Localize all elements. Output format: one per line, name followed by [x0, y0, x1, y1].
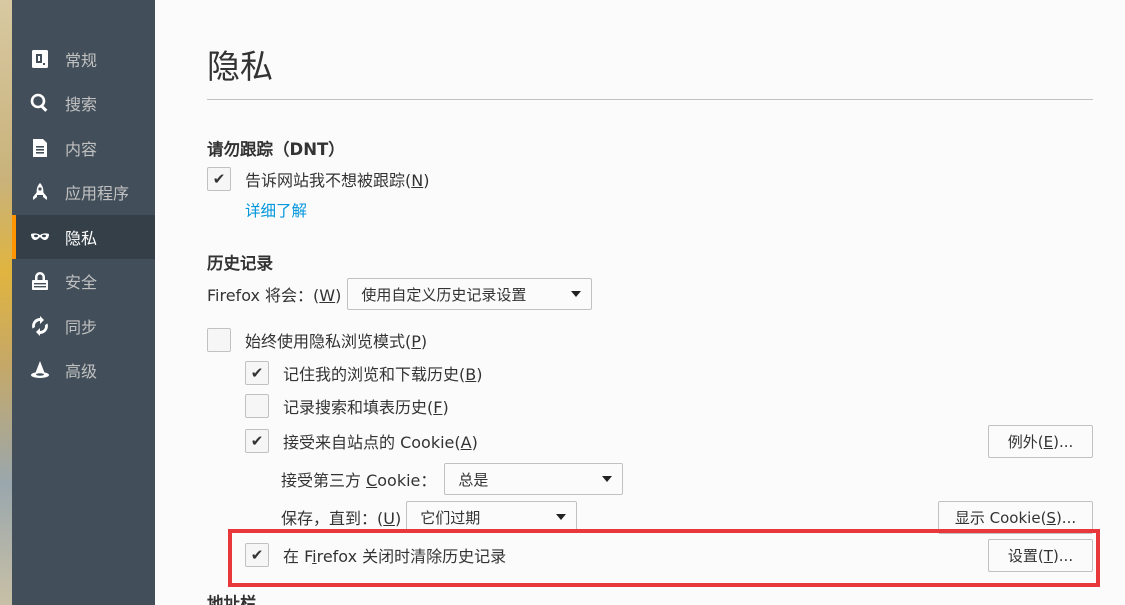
- sync-icon: [29, 315, 51, 337]
- remember-search-row[interactable]: 记录搜索和填表历史(F): [245, 391, 449, 421]
- address-bar-section-title: 地址栏: [207, 594, 257, 605]
- sidebar-item-search[interactable]: 搜索: [12, 81, 155, 125]
- remember-search-checkbox[interactable]: [245, 394, 269, 418]
- dnt-row[interactable]: 告诉网站我不想被跟踪(N): [207, 164, 429, 194]
- exceptions-button[interactable]: 例外(E)...: [988, 425, 1093, 458]
- content-icon: [29, 137, 51, 159]
- sidebar-item-label: 同步: [65, 318, 98, 337]
- keep-until-row: 保存，直到：(U) 它们过期: [281, 501, 578, 533]
- chevron-down-icon: [556, 514, 567, 520]
- always-private-label: 始终使用隐私浏览模式(P): [245, 332, 428, 351]
- sidebar-item-label: 安全: [65, 273, 98, 292]
- history-section-title: 历史记录: [207, 254, 273, 273]
- wizard-hat-icon: [29, 359, 51, 381]
- remember-search-label: 记录搜索和填表历史(F): [283, 398, 449, 417]
- title-divider: [207, 99, 1093, 100]
- page-title: 隐私: [207, 47, 273, 86]
- dnt-label: 告诉网站我不想被跟踪(N): [245, 171, 430, 190]
- sidebar-item-label: 内容: [65, 140, 98, 159]
- chevron-down-icon: [602, 476, 613, 482]
- sidebar-item-content[interactable]: 内容: [12, 126, 155, 170]
- always-private-checkbox[interactable]: [207, 328, 231, 352]
- sidebar-item-label: 隐私: [65, 229, 98, 248]
- sidebar-item-applications[interactable]: 应用程序: [12, 170, 155, 214]
- remember-browsing-label: 记住我的浏览和下载历史(B): [283, 365, 483, 384]
- sidebar-item-sync[interactable]: 同步: [12, 304, 155, 348]
- accept-cookies-row[interactable]: 接受来自站点的 Cookie(A): [245, 426, 478, 456]
- dnt-checkbox[interactable]: [207, 167, 231, 191]
- history-mode-label: Firefox 将会：(W): [207, 286, 342, 305]
- dnt-section-title: 请勿跟踪（DNT）: [207, 140, 345, 159]
- accept-cookies-label: 接受来自站点的 Cookie(A): [283, 433, 478, 452]
- sidebar: 常规 搜索 内容 应用程序 隐私 安全 同步 高级: [12, 0, 155, 605]
- always-private-row[interactable]: 始终使用隐私浏览模式(P): [207, 325, 427, 355]
- sidebar-item-label: 搜索: [65, 95, 98, 114]
- third-party-cookie-select[interactable]: 总是: [444, 463, 624, 495]
- lock-icon: [29, 270, 51, 292]
- learn-more-link[interactable]: 详细了解: [245, 199, 307, 221]
- general-icon: [29, 48, 51, 70]
- sidebar-item-general[interactable]: 常规: [12, 37, 155, 81]
- history-mode-select[interactable]: 使用自定义历史记录设置: [347, 278, 593, 310]
- sidebar-item-label: 常规: [65, 51, 98, 70]
- history-mode-row: Firefox 将会：(W) 使用自定义历史记录设置: [207, 278, 593, 310]
- third-party-cookie-label: 接受第三方 Cookie：: [281, 471, 437, 490]
- sidebar-item-label: 高级: [65, 362, 98, 381]
- sidebar-item-label: 应用程序: [65, 184, 130, 203]
- privacy-pane: 隐私 请勿跟踪（DNT） 告诉网站我不想被跟踪(N) 详细了解 历史记录 Fir…: [155, 0, 1125, 605]
- sidebar-item-advanced[interactable]: 高级: [12, 348, 155, 392]
- keep-until-label: 保存，直到：(U): [281, 509, 402, 528]
- sidebar-item-security[interactable]: 安全: [12, 259, 155, 303]
- accept-cookies-checkbox[interactable]: [245, 429, 269, 453]
- third-party-cookie-row: 接受第三方 Cookie： 总是: [281, 463, 624, 495]
- chevron-down-icon: [571, 291, 582, 297]
- remember-browsing-checkbox[interactable]: [245, 361, 269, 385]
- mask-icon: [29, 226, 51, 248]
- sidebar-item-privacy[interactable]: 隐私: [12, 215, 155, 259]
- rocket-icon: [29, 181, 51, 203]
- remember-browsing-row[interactable]: 记住我的浏览和下载历史(B): [245, 358, 482, 388]
- window-edge: [0, 0, 12, 605]
- highlight-box: [228, 529, 1100, 587]
- search-icon: [29, 92, 51, 114]
